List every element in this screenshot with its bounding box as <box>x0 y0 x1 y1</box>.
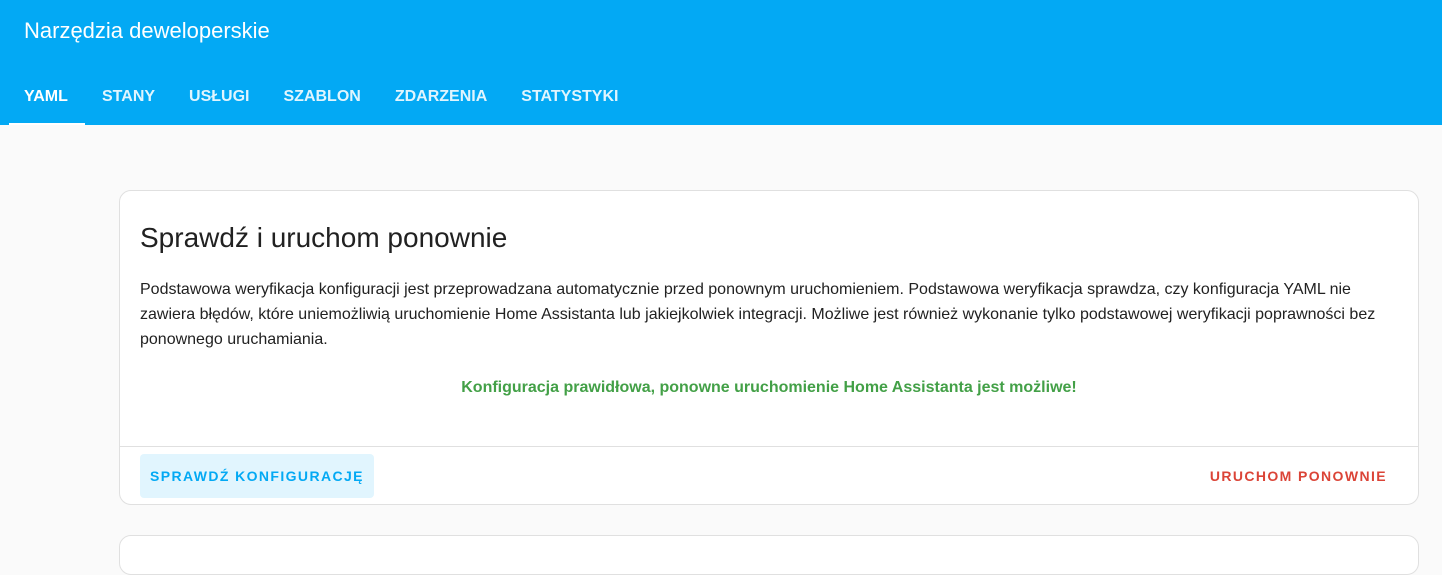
card-description: Podstawowa weryfikacja konfiguracji jest… <box>140 281 1376 348</box>
tab-label: USŁUGI <box>189 88 250 105</box>
tab-label: ZDARZENIA <box>394 88 488 105</box>
tab-events[interactable]: ZDARZENIA <box>378 69 504 125</box>
restart-button[interactable]: URUCHOM PONOWNIE <box>1199 454 1398 498</box>
check-config-button[interactable]: SPRAWDŹ KONFIGURACJĘ <box>140 454 374 498</box>
tab-bar: YAML STANY USŁUGI SZABLON ZDARZENIA STAT… <box>9 69 635 125</box>
next-card <box>119 535 1419 575</box>
tab-label: STANY <box>102 88 156 105</box>
config-status-message: Konfiguracja prawidłowa, ponowne uruchom… <box>461 379 1077 396</box>
app-header: Narzędzia deweloperskie YAML STANY USŁUG… <box>0 0 1442 125</box>
tab-statistics[interactable]: STATYSTYKI <box>504 69 635 125</box>
tab-states[interactable]: STANY <box>85 69 172 125</box>
tab-label: YAML <box>24 88 68 105</box>
page-title: Narzędzia deweloperskie <box>24 18 270 43</box>
tab-label: SZABLON <box>283 88 361 105</box>
tab-yaml[interactable]: YAML <box>9 69 85 125</box>
tab-template[interactable]: SZABLON <box>267 69 378 125</box>
tab-label: STATYSTYKI <box>521 88 619 105</box>
card-title: Sprawdź i uruchom ponownie <box>140 222 508 253</box>
tab-services[interactable]: USŁUGI <box>172 69 266 125</box>
check-restart-card: Sprawdź i uruchom ponownie Podstawowa we… <box>119 190 1419 505</box>
card-actions: SPRAWDŹ KONFIGURACJĘ URUCHOM PONOWNIE <box>120 446 1418 505</box>
